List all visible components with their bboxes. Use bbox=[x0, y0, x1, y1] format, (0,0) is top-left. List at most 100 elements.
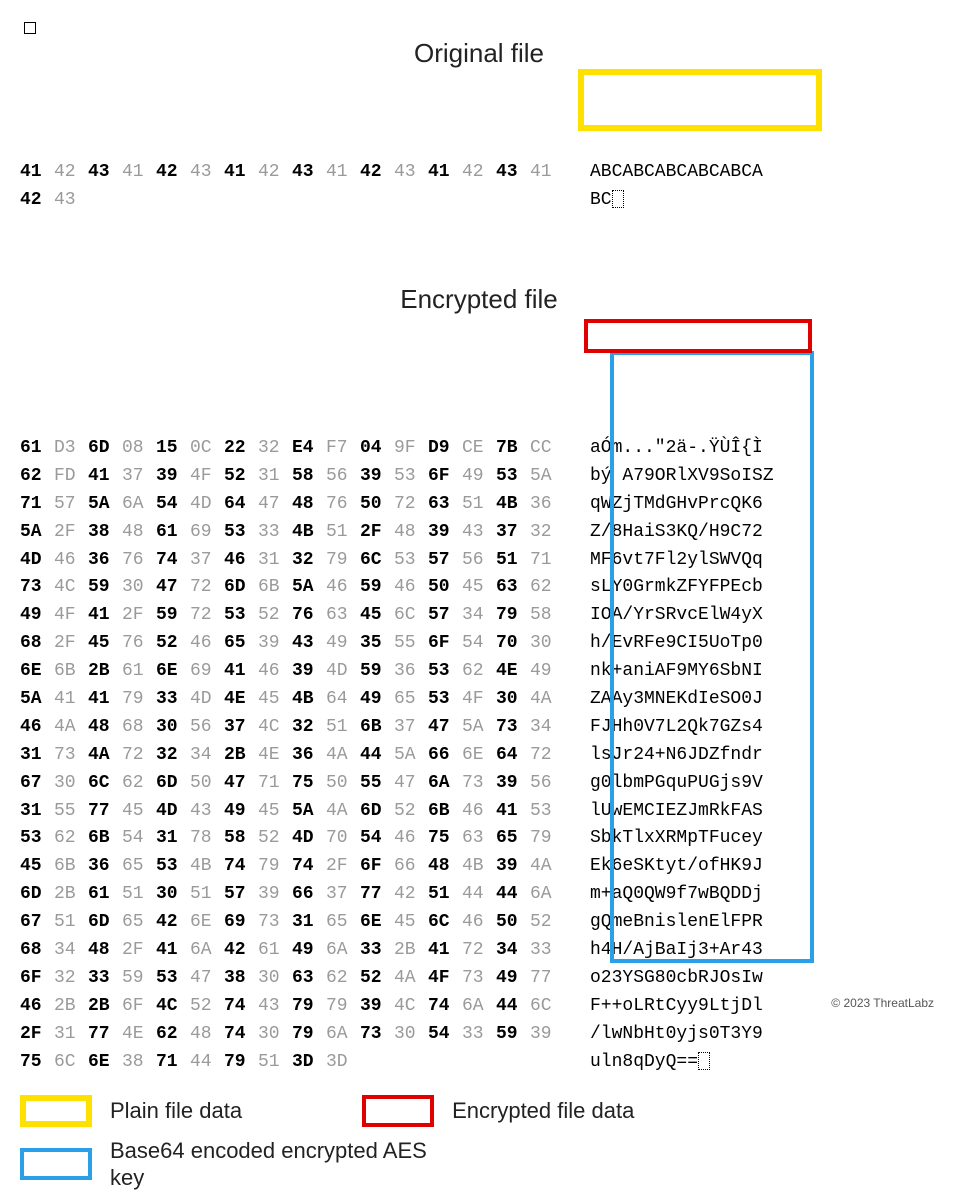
hex-byte: 2F bbox=[20, 1021, 54, 1049]
hex-byte: 65 bbox=[122, 909, 156, 937]
hex-byte: 53 bbox=[496, 463, 530, 491]
hex-byte: 32 bbox=[530, 519, 564, 547]
hex-byte: 70 bbox=[326, 825, 360, 853]
hex-byte: 43 bbox=[292, 630, 326, 658]
hex-byte: 48 bbox=[292, 491, 326, 519]
hex-byte: 4A bbox=[326, 798, 360, 826]
legend-text-encrypted: Encrypted file data bbox=[452, 1097, 634, 1125]
hex-byte: 34 bbox=[462, 602, 496, 630]
hex-byte: 41 bbox=[88, 463, 122, 491]
hex-byte: 55 bbox=[394, 630, 428, 658]
hex-byte: 47 bbox=[156, 574, 190, 602]
hex-byte: 74 bbox=[156, 547, 190, 575]
hex-byte: 6D bbox=[88, 435, 122, 463]
hex-byte: 68 bbox=[20, 630, 54, 658]
hex-byte: 52 bbox=[360, 965, 394, 993]
hex-byte: 4F bbox=[190, 463, 224, 491]
hex-byte: 30 bbox=[258, 1021, 292, 1049]
hex-byte: 44 bbox=[360, 742, 394, 770]
hex-byte: 79 bbox=[224, 1049, 258, 1077]
ascii-text: uln8qDyQ== bbox=[580, 1049, 710, 1077]
hex-byte: 58 bbox=[224, 825, 258, 853]
swatch-blue bbox=[20, 1148, 92, 1180]
hex-byte: 49 bbox=[292, 937, 326, 965]
hex-byte: 30 bbox=[54, 770, 88, 798]
hex-byte: 72 bbox=[190, 602, 224, 630]
ascii-text: qWZjTMdGHvPrcQK6 bbox=[580, 491, 763, 519]
hex-byte: 39 bbox=[258, 881, 292, 909]
hex-byte: 57 bbox=[54, 491, 88, 519]
hex-byte: 74 bbox=[224, 853, 258, 881]
hex-byte: 51 bbox=[326, 519, 360, 547]
hex-byte: 6E bbox=[462, 742, 496, 770]
hex-byte: 65 bbox=[122, 853, 156, 881]
hex-byte: 54 bbox=[360, 825, 394, 853]
hex-byte: 2B bbox=[394, 937, 428, 965]
hex-byte: 6E bbox=[88, 1049, 122, 1077]
hex-byte: 46 bbox=[20, 993, 54, 1021]
hex-byte: 55 bbox=[360, 770, 394, 798]
hex-byte: 46 bbox=[462, 909, 496, 937]
hex-byte: 67 bbox=[20, 770, 54, 798]
hex-byte: 30 bbox=[156, 881, 190, 909]
hex-byte: 41 bbox=[428, 159, 462, 187]
hex-byte: 47 bbox=[258, 491, 292, 519]
hex-byte: 5A bbox=[292, 574, 326, 602]
hex-byte: 43 bbox=[88, 159, 122, 187]
hex-byte: 79 bbox=[530, 825, 564, 853]
hex-byte: 6B bbox=[258, 574, 292, 602]
hex-byte: 63 bbox=[496, 574, 530, 602]
hex-byte: 61 bbox=[122, 658, 156, 686]
hex-byte: 6C bbox=[428, 909, 462, 937]
hex-byte: 77 bbox=[88, 798, 122, 826]
hex-byte: 31 bbox=[54, 1021, 88, 1049]
hex-byte: 41 bbox=[496, 798, 530, 826]
hex-byte: 79 bbox=[292, 993, 326, 1021]
ascii-text: nk+aniAF9MY6SbNI bbox=[580, 658, 763, 686]
hex-byte: 42 bbox=[54, 159, 88, 187]
hex-byte: 62 bbox=[462, 658, 496, 686]
hex-byte: 6E bbox=[20, 658, 54, 686]
hex-byte: 52 bbox=[258, 825, 292, 853]
hex-byte: 64 bbox=[326, 686, 360, 714]
hex-byte: 64 bbox=[496, 742, 530, 770]
highlight-encrypted-data bbox=[584, 319, 812, 353]
hex-byte: 49 bbox=[360, 686, 394, 714]
hex-byte: 5A bbox=[20, 686, 54, 714]
hex-byte: 72 bbox=[394, 491, 428, 519]
hex-byte: 4B bbox=[292, 686, 326, 714]
ascii-text: aÓm..."2ä-.ŸÙÎ{Ì bbox=[580, 435, 763, 463]
hex-byte: 56 bbox=[190, 714, 224, 742]
hex-byte: 63 bbox=[292, 965, 326, 993]
hex-byte: 4A bbox=[530, 686, 564, 714]
hex-byte: 47 bbox=[428, 714, 462, 742]
hex-byte: 78 bbox=[190, 825, 224, 853]
ascii-text: Z/8HaiS3KQ/H9C72 bbox=[580, 519, 763, 547]
hex-byte: 31 bbox=[258, 547, 292, 575]
hex-byte: 62 bbox=[156, 1021, 190, 1049]
hex-byte: 53 bbox=[224, 519, 258, 547]
hex-byte: 39 bbox=[496, 770, 530, 798]
hex-byte: 75 bbox=[292, 770, 326, 798]
hex-byte: 45 bbox=[258, 798, 292, 826]
hex-byte: 43 bbox=[258, 993, 292, 1021]
hex-byte: 0C bbox=[190, 435, 224, 463]
hex-byte: 79 bbox=[326, 993, 360, 1021]
hex-byte: 5A bbox=[530, 463, 564, 491]
hex-byte: 53 bbox=[20, 825, 54, 853]
hex-byte: 62 bbox=[54, 825, 88, 853]
hex-byte: 39 bbox=[156, 463, 190, 491]
ascii-text: sLY0GrmkZFYFPEcb bbox=[580, 574, 763, 602]
hex-byte: 43 bbox=[394, 159, 428, 187]
hex-byte: 6C bbox=[530, 993, 564, 1021]
ascii-text: BC bbox=[580, 187, 624, 215]
hex-byte: 68 bbox=[20, 937, 54, 965]
legend-item-encrypted: Encrypted file data bbox=[362, 1095, 634, 1127]
hex-byte: 2F bbox=[54, 519, 88, 547]
hex-byte: 39 bbox=[530, 1021, 564, 1049]
hex-byte: 35 bbox=[360, 630, 394, 658]
hex-byte: 30 bbox=[496, 686, 530, 714]
hex-byte: 36 bbox=[292, 742, 326, 770]
ascii-text: FJHh0V7L2Qk7GZs4 bbox=[580, 714, 763, 742]
hex-byte: 51 bbox=[54, 909, 88, 937]
